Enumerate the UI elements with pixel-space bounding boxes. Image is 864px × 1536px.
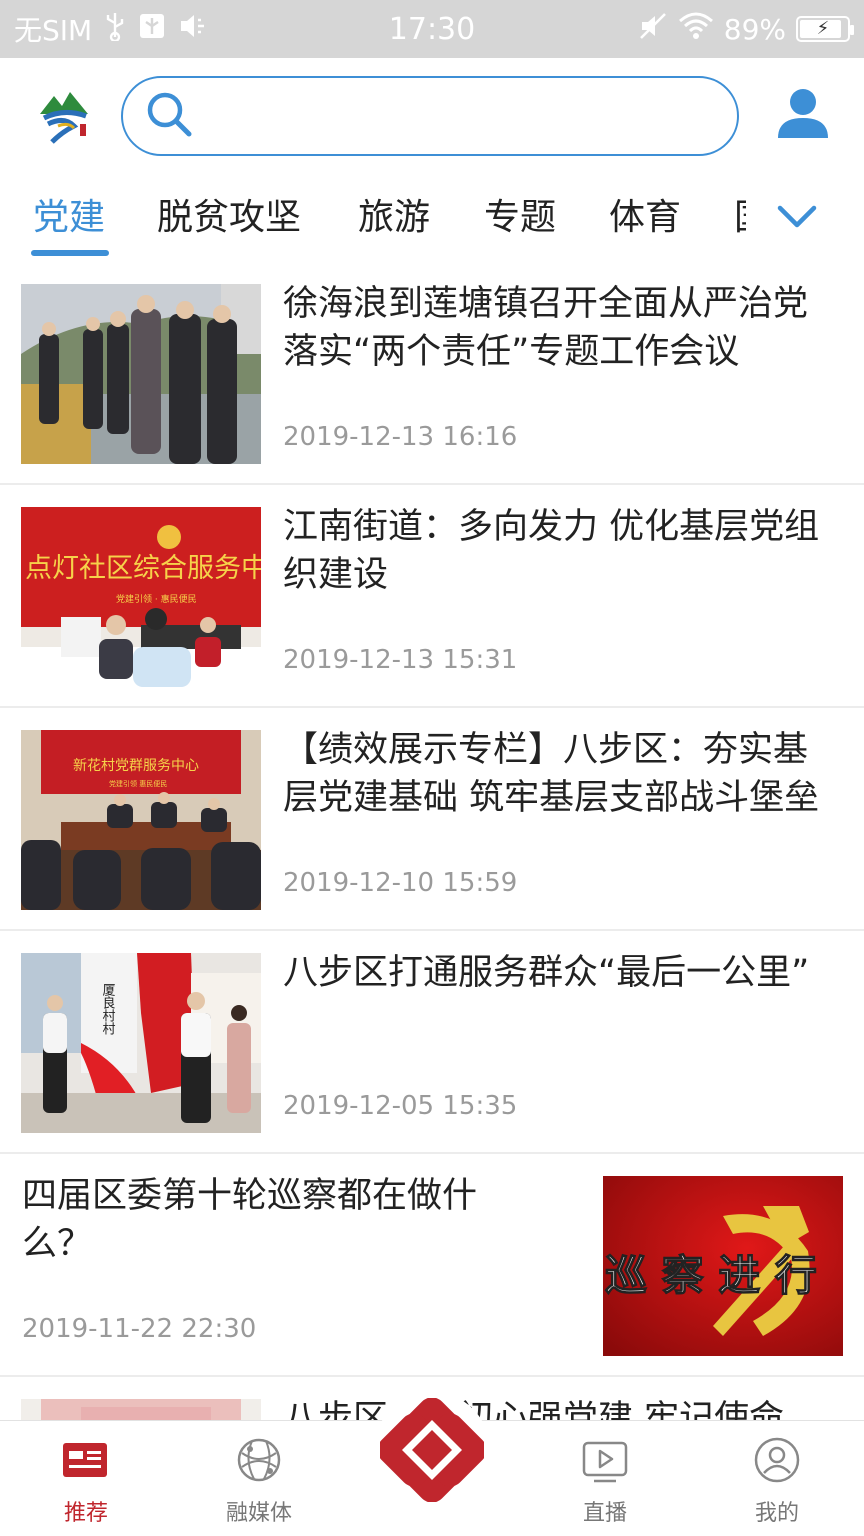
news-time: 2019-12-10 15:59 — [283, 868, 518, 898]
tab-party-building[interactable]: 党建 — [33, 188, 105, 240]
thumb-banner-text: 巡 察 进 行 — [605, 1251, 817, 1300]
tab-tourism[interactable]: 旅游 — [358, 188, 430, 240]
carrier-label: 无SIM — [14, 14, 93, 47]
news-title: 【绩效展示专栏】八步区：夯实基层党建基础 筑牢基层支部战斗堡垒 — [283, 730, 820, 818]
status-bar: 无SIM 17:30 89% ⚡ — [0, 0, 864, 58]
news-title: 江南街道：多向发力 优化基层党组织建设 — [283, 507, 820, 595]
nav-recommend[interactable]: 推荐 — [26, 1435, 146, 1527]
channel-tab-bar: 党建 脱贫攻坚 旅游 专题 体育 国 — [0, 176, 864, 262]
nav-mine[interactable]: 我的 — [717, 1435, 837, 1527]
wifi-icon — [678, 11, 714, 48]
news-time: 2019-12-05 15:35 — [283, 1091, 518, 1121]
news-title: 八步区打通服务群众“最后一公里” — [283, 953, 810, 993]
search-box[interactable] — [121, 76, 739, 156]
play-video-icon — [580, 1435, 630, 1485]
usb-icon — [104, 11, 126, 48]
tab-sports[interactable]: 体育 — [609, 188, 681, 240]
news-item[interactable]: 厦良村村 八步区打通服务群众“最后一公里” 2019-12-05 15:35 — [0, 931, 864, 1154]
news-thumbnail: 新花村党群服务中心 党建引领 惠民便民 — [21, 730, 261, 910]
thumb-sign-subtext: 党建引领 惠民便民 — [109, 779, 167, 788]
nav-label: 直播 — [582, 1501, 627, 1526]
news-title: 徐海浪到莲塘镇召开全面从严治党落实“两个责任”专题工作会议 — [283, 284, 809, 372]
nav-label: 我的 — [754, 1501, 799, 1526]
thumb-sign-text: 点灯社区综合服务中心 — [25, 553, 261, 584]
news-time: 2019-11-22 22:30 — [22, 1314, 257, 1344]
news-title: 四届区委第十轮巡察都在做什么？ — [22, 1176, 478, 1264]
nav-label: 推荐 — [63, 1501, 108, 1526]
battery-percent: 89% — [723, 12, 786, 46]
mute-icon — [638, 11, 668, 48]
newspaper-icon — [61, 1435, 111, 1485]
tab-poverty-alleviation[interactable]: 脱贫攻坚 — [157, 188, 301, 240]
battery-icon: ⚡ — [796, 16, 854, 42]
app-header — [0, 58, 864, 176]
usb-debug-icon — [138, 11, 166, 48]
news-time: 2019-12-13 15:31 — [283, 645, 518, 675]
news-thumbnail — [21, 1399, 261, 1420]
search-icon — [145, 90, 193, 142]
news-item[interactable]: 四届区委第十轮巡察都在做什么？ 2019-11-22 22:30 巡 察 进 行 — [0, 1154, 864, 1377]
globe-network-icon — [234, 1435, 284, 1485]
nav-media[interactable]: 融媒体 — [199, 1435, 319, 1527]
news-thumbnail: 点灯社区综合服务中心 党建引领 · 惠民便民 — [21, 507, 261, 687]
news-title: 八步区：守初心强党建 牢记使命 — [283, 1399, 785, 1420]
volume-icon — [178, 11, 210, 48]
news-list: 徐海浪到莲塘镇召开全面从严治党落实“两个责任”专题工作会议 2019-12-13… — [0, 262, 864, 1420]
chevron-down-icon[interactable] — [770, 190, 824, 244]
active-tab-indicator — [31, 250, 109, 256]
nav-live[interactable]: 直播 — [545, 1435, 665, 1527]
search-input[interactable] — [203, 86, 737, 146]
center-diamond-logo-icon[interactable] — [374, 1392, 490, 1508]
news-time: 2019-12-13 16:16 — [283, 422, 518, 452]
app-logo-mountain-icon[interactable] — [34, 86, 94, 146]
thumb-sign-text: 厦良村村 — [100, 983, 116, 1035]
news-item[interactable]: 徐海浪到莲塘镇召开全面从严治党落实“两个责任”专题工作会议 2019-12-13… — [0, 262, 864, 485]
profile-icon — [752, 1435, 802, 1485]
nav-label: 融媒体 — [225, 1501, 292, 1526]
tab-partial-next[interactable]: 国 — [734, 188, 746, 240]
news-thumbnail: 厦良村村 — [21, 953, 261, 1133]
news-item[interactable]: 新花村党群服务中心 党建引领 惠民便民 【绩效展示专栏】八步区：夯实基层党建基础… — [0, 708, 864, 931]
news-thumbnail: 巡 察 进 行 — [603, 1176, 843, 1356]
news-item[interactable]: 点灯社区综合服务中心 党建引领 · 惠民便民 江南街道：多向发力 优化基层党组织… — [0, 485, 864, 708]
news-thumbnail — [21, 284, 261, 464]
thumb-sign-text: 新花村党群服务中心 — [73, 758, 199, 774]
thumb-sign-subtext: 党建引领 · 惠民便民 — [116, 593, 197, 605]
tab-special-topics[interactable]: 专题 — [484, 188, 556, 240]
user-icon[interactable] — [776, 86, 830, 142]
